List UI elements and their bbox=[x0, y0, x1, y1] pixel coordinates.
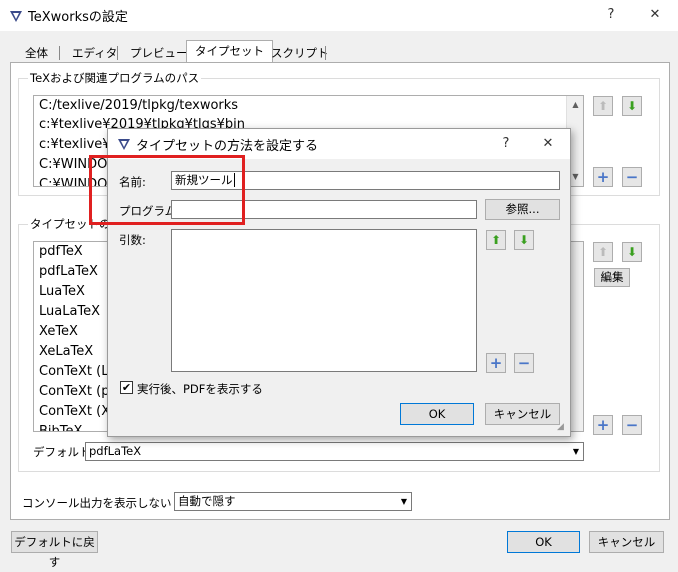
reset-defaults-button[interactable]: デフォルトに戻す bbox=[11, 531, 98, 569]
arguments-label: 引数: bbox=[119, 233, 146, 247]
show-pdf-checkbox[interactable]: ✔ bbox=[120, 381, 133, 394]
scroll-up-arrow-icon[interactable]: ▲ bbox=[567, 96, 583, 113]
browse-button[interactable]: 参照... bbox=[485, 199, 560, 220]
console-label: コンソール出力を表示しない bbox=[22, 496, 172, 510]
dialog-help-button[interactable]: ? bbox=[492, 132, 520, 156]
dialog-cancel-button[interactable]: キャンセル bbox=[485, 403, 560, 425]
edit-button[interactable]: 編集 bbox=[594, 268, 630, 287]
move-up-arrow-icon[interactable]: ⬆ bbox=[486, 230, 506, 250]
move-up-arrow-icon[interactable]: ⬆ bbox=[593, 96, 613, 116]
close-button[interactable]: ✕ bbox=[641, 3, 669, 27]
chevron-down-icon: ▼ bbox=[572, 447, 579, 456]
list-item[interactable]: C:/texlive/2019/tlpkg/texworks bbox=[39, 98, 238, 113]
chevron-down-icon: ▼ bbox=[400, 497, 407, 506]
tab-separator bbox=[325, 46, 326, 60]
default-typeset-select[interactable]: pdfLaTeX ▼ bbox=[85, 442, 584, 461]
add-plus-icon[interactable]: + bbox=[593, 415, 613, 435]
list-item[interactable]: XeLaTeX bbox=[39, 344, 93, 359]
arguments-list[interactable] bbox=[171, 229, 477, 372]
list-item[interactable]: XeTeX bbox=[39, 324, 78, 339]
tab-script[interactable]: スクリプト bbox=[262, 42, 338, 62]
move-up-arrow-icon[interactable]: ⬆ bbox=[593, 242, 613, 262]
add-plus-icon[interactable]: + bbox=[486, 353, 506, 373]
move-down-arrow-icon[interactable]: ⬇ bbox=[514, 230, 534, 250]
texworks-app-icon bbox=[118, 139, 130, 150]
highlight-box bbox=[89, 155, 245, 225]
dialog-ok-button[interactable]: OK bbox=[400, 403, 474, 425]
dialog-title: タイプセットの方法を設定する bbox=[136, 139, 319, 154]
console-select[interactable]: 自動で隠す ▼ bbox=[174, 492, 412, 511]
cancel-button[interactable]: キャンセル bbox=[589, 531, 664, 553]
tab-general[interactable]: 全体 bbox=[16, 42, 57, 62]
console-value: 自動で隠す bbox=[178, 494, 236, 508]
window-title: TeXworksの設定 bbox=[28, 10, 128, 25]
resize-grip-icon[interactable]: ◢ bbox=[557, 422, 569, 434]
list-item[interactable]: LuaTeX bbox=[39, 284, 85, 299]
remove-minus-icon[interactable]: − bbox=[622, 167, 642, 187]
default-typeset-value: pdfLaTeX bbox=[89, 444, 142, 458]
remove-minus-icon[interactable]: − bbox=[622, 415, 642, 435]
paths-group-label: TeXおよび関連プログラムのパス bbox=[28, 70, 202, 86]
texworks-app-icon bbox=[10, 11, 22, 22]
list-item[interactable]: LuaLaTeX bbox=[39, 304, 100, 319]
remove-minus-icon[interactable]: − bbox=[514, 353, 534, 373]
help-button[interactable]: ? bbox=[597, 3, 625, 27]
show-pdf-label: 実行後、PDFを表示する bbox=[137, 382, 263, 396]
window-title-bar: TeXworksの設定 ? ✕ bbox=[0, 0, 678, 31]
move-down-arrow-icon[interactable]: ⬇ bbox=[622, 96, 642, 116]
list-item[interactable]: ConTeXt (p bbox=[39, 384, 109, 399]
dialog-close-button[interactable]: ✕ bbox=[534, 132, 562, 156]
list-item[interactable]: pdfTeX bbox=[39, 244, 83, 259]
add-plus-icon[interactable]: + bbox=[593, 167, 613, 187]
move-down-arrow-icon[interactable]: ⬇ bbox=[622, 242, 642, 262]
tab-typeset[interactable]: タイプセット bbox=[186, 40, 273, 63]
list-item[interactable]: ConTeXt (X bbox=[39, 404, 110, 419]
list-item[interactable]: pdfLaTeX bbox=[39, 264, 98, 279]
list-item[interactable]: BibTeX bbox=[39, 424, 82, 431]
list-item[interactable]: c:¥texlive¥ bbox=[39, 137, 111, 152]
tab-separator bbox=[59, 46, 60, 60]
tab-separator bbox=[117, 46, 118, 60]
ok-button[interactable]: OK bbox=[507, 531, 580, 553]
list-item[interactable]: ConTeXt (L bbox=[39, 364, 108, 379]
